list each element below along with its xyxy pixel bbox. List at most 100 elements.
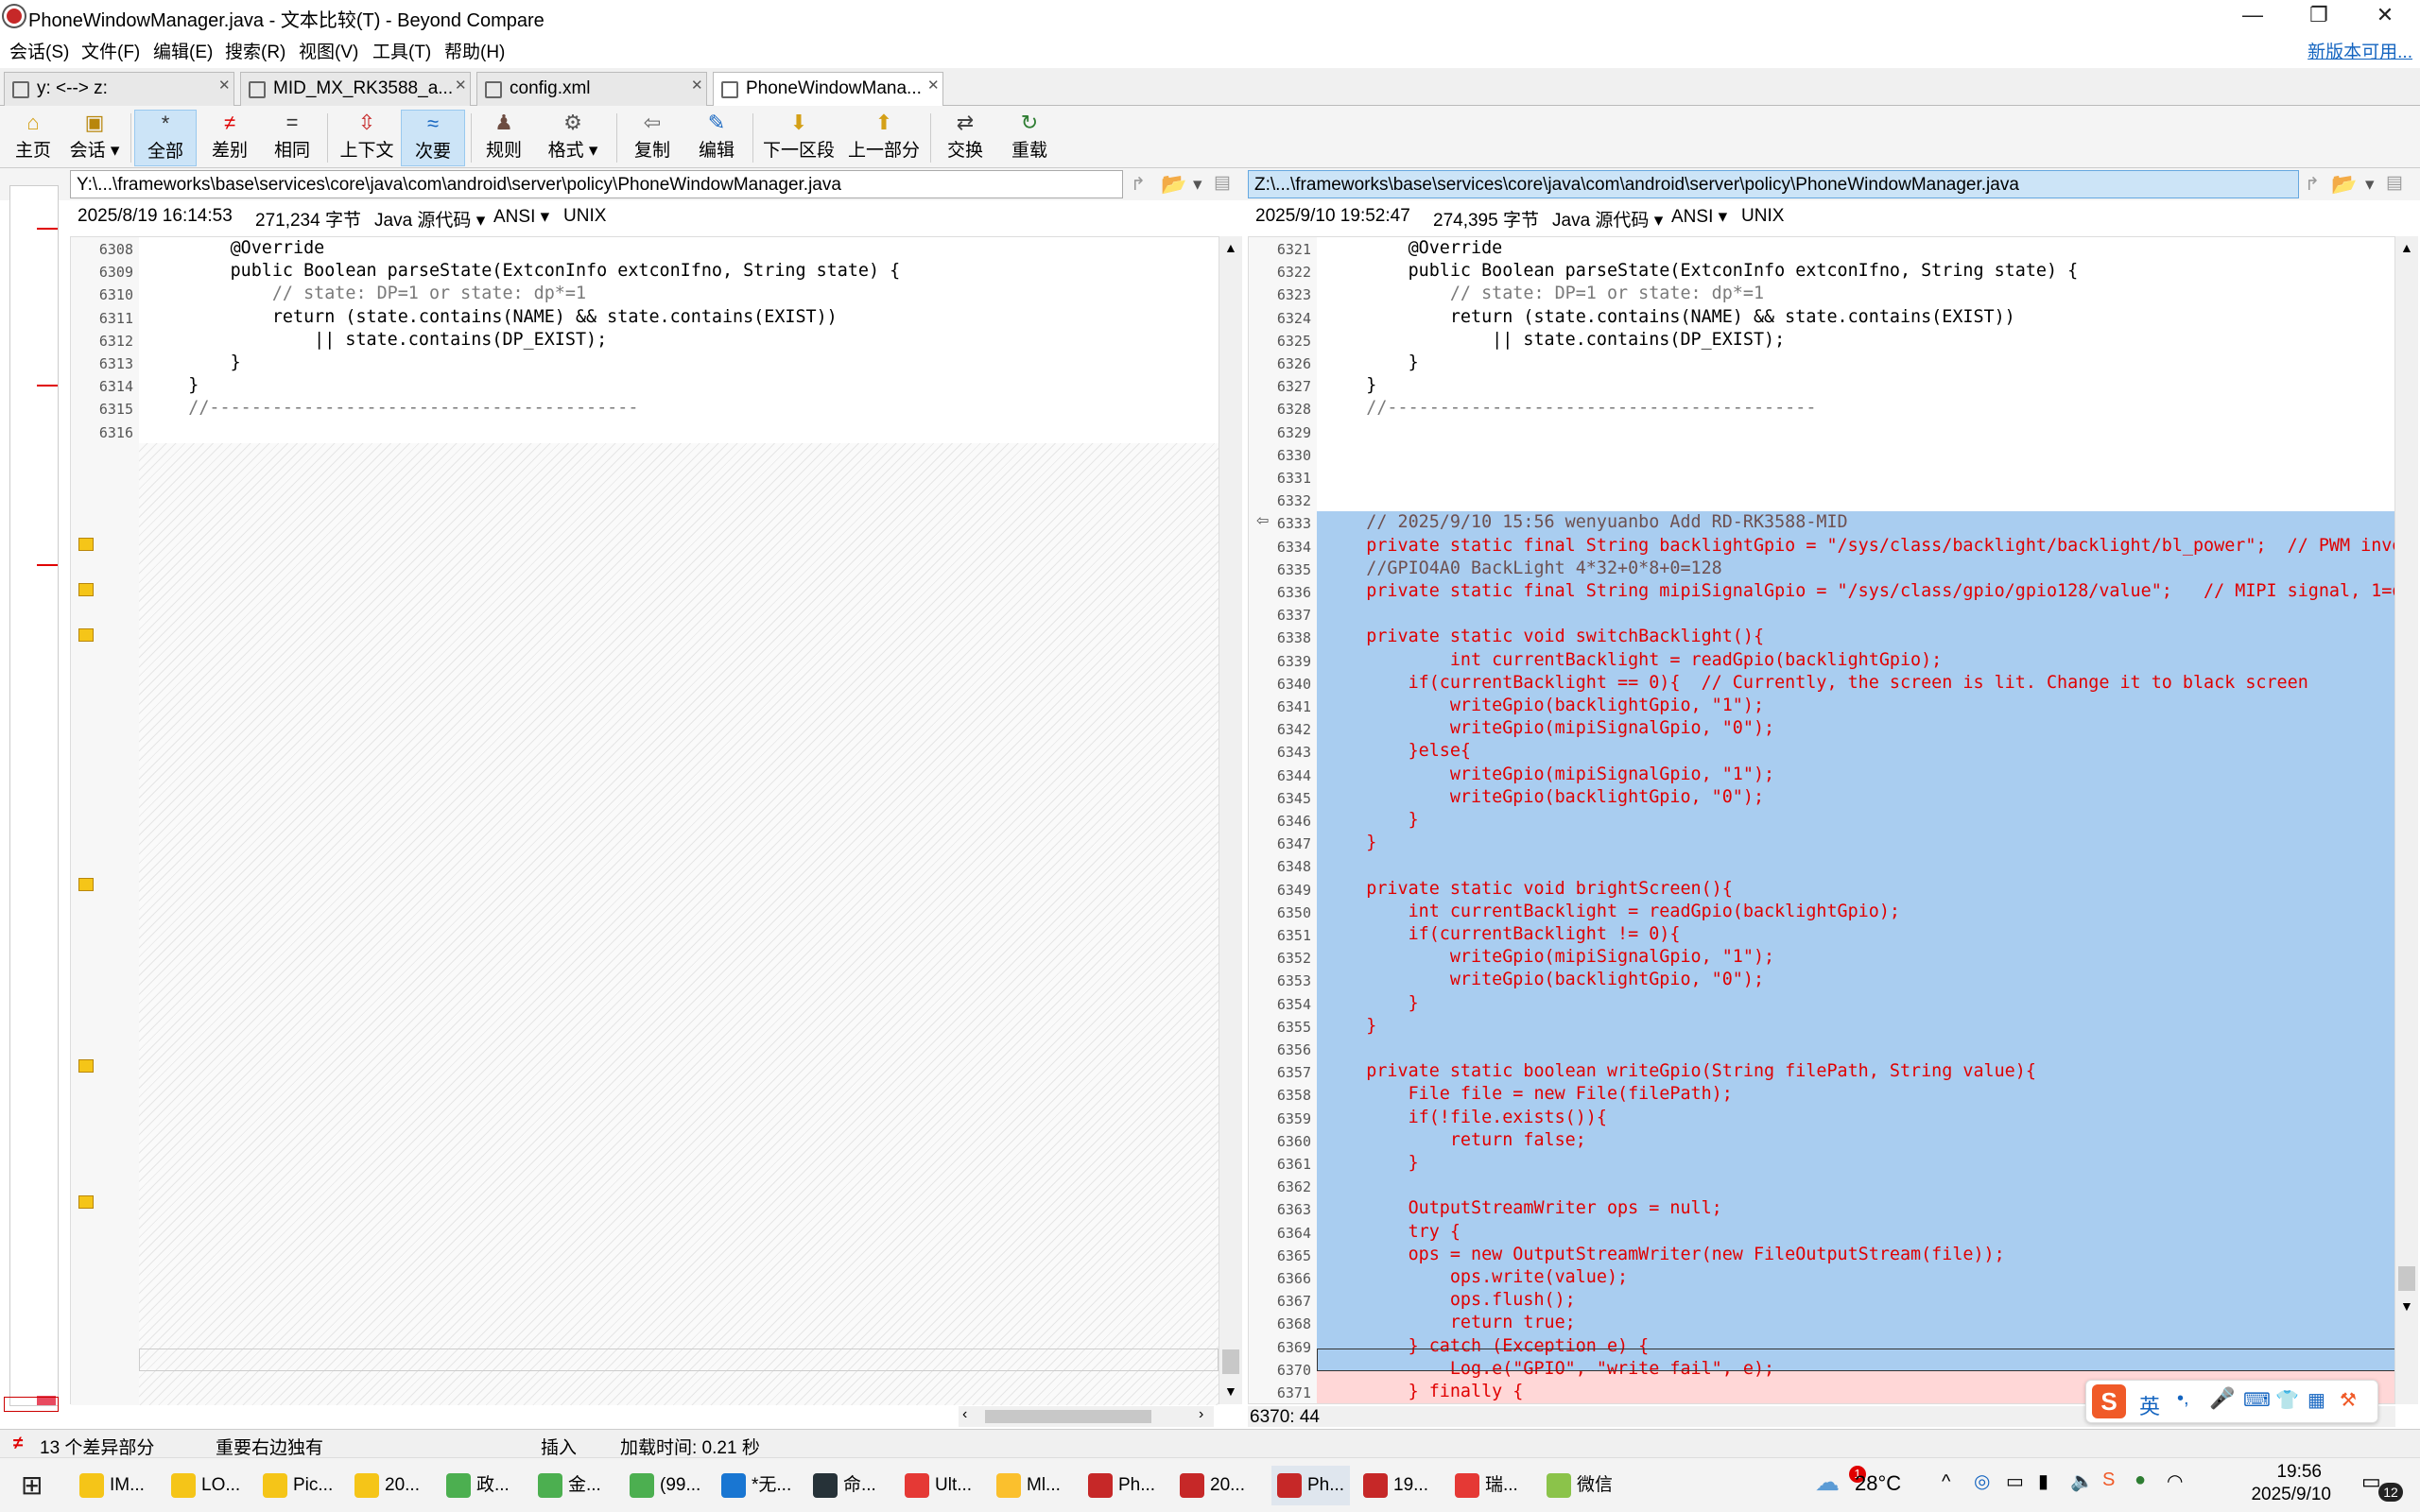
reload-button[interactable]: ↻ 重载 <box>998 110 1061 166</box>
show-diff-button[interactable]: ≠ 差别 <box>200 110 259 166</box>
code-line[interactable]: 6337 <box>1249 603 2394 626</box>
taskbar-app[interactable]: (99... <box>630 1466 700 1505</box>
code-line[interactable]: 6360 return false; <box>1249 1129 2394 1152</box>
copy-arrow-icon[interactable] <box>78 583 94 596</box>
left-open-folder-icon[interactable]: 📂 <box>1161 172 1186 197</box>
tab-mid-mx[interactable]: MID_MX_RK3588_a... ✕ <box>240 72 471 106</box>
close-icon[interactable]: ✕ <box>691 77 703 94</box>
minor-button[interactable]: ≈ 次要 <box>401 110 465 166</box>
overview-viewport[interactable] <box>4 1397 59 1412</box>
taskbar-app[interactable]: Ult... <box>905 1466 972 1505</box>
code-line[interactable]: 6308 @Override <box>71 237 1219 260</box>
ime-language[interactable]: 英 <box>2139 1390 2160 1420</box>
taskbar-app[interactable]: 20... <box>1180 1466 1245 1505</box>
edit-button[interactable]: ✎ 编辑 <box>686 110 747 166</box>
scroll-thumb[interactable] <box>1222 1349 1239 1374</box>
copy-arrow-icon[interactable] <box>78 628 94 642</box>
left-save-icon[interactable]: ▤ <box>1214 172 1231 194</box>
close-icon[interactable]: ✕ <box>455 77 467 94</box>
close-icon[interactable]: ✕ <box>218 77 231 94</box>
right-dropdown-icon[interactable]: ▾ <box>2365 174 2375 196</box>
right-path-input[interactable]: Z:\...\frameworks\base\services\core\jav… <box>1248 170 2299 198</box>
keyboard-icon[interactable]: ⌨ <box>2243 1388 2271 1412</box>
right-open-folder-icon[interactable]: 📂 <box>2331 172 2357 197</box>
code-line[interactable]: 6326 } <box>1249 352 2394 374</box>
battery-icon[interactable]: ▮ <box>2038 1469 2048 1493</box>
code-line[interactable]: 6351 if(currentBacklight != 0){ <box>1249 923 2394 946</box>
overview-thumbnail[interactable] <box>9 185 59 1406</box>
code-line[interactable]: 6333 // 2025/9/10 15:56 wenyuanbo Add RD… <box>1249 511 2394 534</box>
toolbox-icon[interactable]: ⚒ <box>2340 1388 2357 1412</box>
code-line[interactable]: 6329 <box>1249 421 2394 443</box>
code-line[interactable]: 6341 writeGpio(backlightGpio, "1"); <box>1249 695 2394 717</box>
scroll-down-icon[interactable]: ▼ <box>2400 1298 2413 1314</box>
windows-start-icon[interactable]: ⊞ <box>21 1469 43 1501</box>
code-line[interactable]: 6346 } <box>1249 809 2394 832</box>
format-button[interactable]: ⚙ 格式 ▾ <box>535 110 611 166</box>
left-horizontal-scrollbar[interactable]: ‹ › <box>959 1406 1214 1427</box>
menu-session[interactable]: 会话(S) <box>9 38 69 63</box>
right-save-icon[interactable]: ▤ <box>2386 172 2403 194</box>
code-line[interactable]: 6316 <box>71 421 1219 443</box>
code-line[interactable]: 6353 writeGpio(backlightGpio, "0"); <box>1249 969 2394 991</box>
code-line[interactable]: 6364 try { <box>1249 1221 2394 1244</box>
minimize-button[interactable]: — <box>2220 0 2286 32</box>
scroll-thumb[interactable] <box>2398 1266 2415 1291</box>
code-line[interactable]: 6330 <box>1249 443 2394 466</box>
menu-tools[interactable]: 工具(T) <box>372 38 431 63</box>
code-line[interactable]: 6310 // state: DP=1 or state: dp*=1 <box>71 283 1219 305</box>
close-button[interactable]: ✕ <box>2352 0 2418 32</box>
code-line[interactable]: 6354 } <box>1249 992 2394 1015</box>
code-line[interactable]: 6322 public Boolean parseState(ExtconInf… <box>1249 260 2394 283</box>
code-line[interactable]: 6328 //---------------------------------… <box>1249 397 2394 420</box>
taskbar-app[interactable]: Ml... <box>996 1466 1061 1505</box>
code-line[interactable]: 6335 //GPIO4A0 BackLight 4*32+0*8+0=128 <box>1249 558 2394 580</box>
code-line[interactable]: 6365 ops = new OutputStreamWriter(new Fi… <box>1249 1244 2394 1266</box>
code-line[interactable]: 6363 OutputStreamWriter ops = null; <box>1249 1197 2394 1220</box>
right-pane[interactable]: 6321 @Override 6322 public Boolean parseS… <box>1248 236 2395 1404</box>
code-line[interactable]: 6347 } <box>1249 832 2394 854</box>
code-line[interactable]: 6358 File file = new File(filePath); <box>1249 1083 2394 1106</box>
left-dropdown-icon[interactable]: ▾ <box>1193 174 1202 196</box>
wifi-icon[interactable]: ◠ <box>2167 1469 2183 1493</box>
next-section-button[interactable]: ⬇ 下一区段 <box>758 110 839 166</box>
taskbar-app[interactable]: 命... <box>813 1466 876 1505</box>
code-line[interactable]: 6352 writeGpio(mipiSignalGpio, "1"); <box>1249 946 2394 969</box>
context-button[interactable]: ⇳ 上下文 <box>333 110 401 166</box>
scroll-up-icon[interactable]: ▲ <box>1224 240 1237 255</box>
taskbar-app[interactable]: 20... <box>354 1466 420 1505</box>
code-line[interactable]: 6325 || state.contains(DP_EXIST); <box>1249 329 2394 352</box>
menu-edit[interactable]: 编辑(E) <box>153 38 213 63</box>
taskbar-app[interactable]: 政... <box>446 1466 510 1505</box>
code-line[interactable]: 6361 } <box>1249 1152 2394 1175</box>
scroll-thumb[interactable] <box>985 1410 1151 1423</box>
prev-section-button[interactable]: ⬆ 上一部分 <box>843 110 925 166</box>
code-line[interactable]: 6327 } <box>1249 374 2394 397</box>
show-same-button[interactable]: = 相同 <box>263 110 321 166</box>
left-vertical-scrollbar[interactable]: ▲ ▼ <box>1219 236 1242 1404</box>
taskbar-app[interactable]: 19... <box>1363 1466 1428 1505</box>
taskbar-app[interactable]: LO... <box>171 1466 240 1505</box>
taskbar-app[interactable]: *无... <box>721 1466 791 1505</box>
copy-arrow-icon[interactable] <box>78 1059 94 1073</box>
tray-green-icon[interactable]: ● <box>2135 1469 2146 1491</box>
tab-config-xml[interactable]: config.xml ✕ <box>476 72 707 106</box>
code-line[interactable]: 6312 || state.contains(DP_EXIST); <box>71 329 1219 352</box>
scroll-up-icon[interactable]: ▲ <box>2400 240 2413 255</box>
code-line[interactable]: 6331 <box>1249 466 2394 489</box>
code-line[interactable]: 6338 private static void switchBacklight… <box>1249 626 2394 648</box>
code-line[interactable]: 6368 return true; <box>1249 1312 2394 1334</box>
session-button[interactable]: ▣ 会话 ▾ <box>64 110 125 166</box>
swap-button[interactable]: ⇄ 交换 <box>936 110 994 166</box>
update-available-link[interactable]: 新版本可用... <box>2308 38 2412 63</box>
copy-arrow-icon[interactable] <box>78 1195 94 1209</box>
scroll-down-icon[interactable]: ▼ <box>1224 1383 1237 1399</box>
code-line[interactable]: 6350 int currentBacklight = readGpio(bac… <box>1249 901 2394 923</box>
code-line[interactable]: 6359 if(!file.exists()){ <box>1249 1107 2394 1129</box>
code-line[interactable]: 6357 private static boolean writeGpio(St… <box>1249 1060 2394 1083</box>
code-line[interactable]: 6367 ops.flush(); <box>1249 1289 2394 1312</box>
left-pane[interactable]: 6308 @Override 6309 public Boolean parseS… <box>70 236 1219 1405</box>
taskbar-app[interactable]: 金... <box>538 1466 601 1505</box>
copy-arrow-icon[interactable] <box>78 538 94 551</box>
code-line[interactable]: 6342 writeGpio(mipiSignalGpio, "0"); <box>1249 717 2394 740</box>
